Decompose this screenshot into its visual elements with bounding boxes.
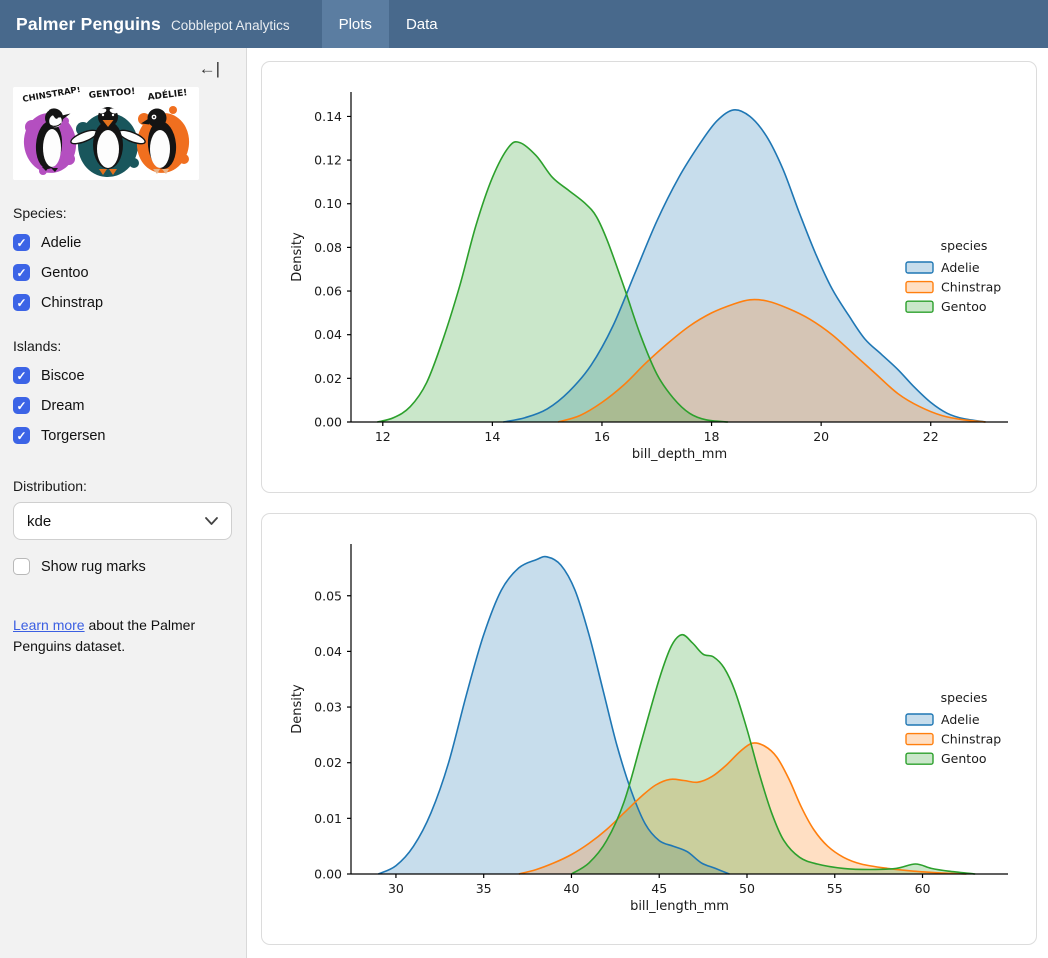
chevron-down-icon <box>205 517 218 525</box>
checkbox-label: Biscoe <box>41 368 85 384</box>
checkbox-icon[interactable] <box>13 397 30 414</box>
legend: species Adelie Chinstrap Gentoo <box>906 238 1001 314</box>
x-axis-label: bill_length_mm <box>630 899 729 914</box>
distribution-selected-value: kde <box>27 513 51 530</box>
y-axis-label: Density <box>290 232 305 282</box>
navbar: Palmer Penguins Cobblepot Analytics Plot… <box>0 0 1048 48</box>
checkbox-icon[interactable] <box>13 427 30 444</box>
legend-title: species <box>941 238 988 253</box>
sidebar-collapse-icon[interactable]: ←| <box>199 60 220 77</box>
island-checkbox-torgersen[interactable]: Torgersen <box>13 427 233 444</box>
checkbox-icon[interactable] <box>13 264 30 281</box>
x-tick-label: 12 <box>375 429 391 444</box>
y-tick-label: 0.08 <box>314 240 342 255</box>
island-checkbox-dream[interactable]: Dream <box>13 397 233 414</box>
app-brand: Palmer Penguins Cobblepot Analytics <box>0 14 306 35</box>
checkbox-label: Gentoo <box>41 265 89 281</box>
legend-label-adelie: Adelie <box>941 712 980 727</box>
x-tick-label: 45 <box>651 881 667 896</box>
x-tick-label: 55 <box>827 881 843 896</box>
learn-more-link[interactable]: Learn more <box>13 617 85 633</box>
distribution-label: Distribution: <box>13 478 233 494</box>
y-axis-label: Density <box>290 684 305 734</box>
y-tick-label: 0.12 <box>314 153 342 168</box>
tab-data[interactable]: Data <box>389 0 455 48</box>
checkbox-icon[interactable] <box>13 294 30 311</box>
checkbox-label: Dream <box>41 398 85 414</box>
x-tick-label: 60 <box>915 881 931 896</box>
checkbox-label: Chinstrap <box>41 295 103 311</box>
species-checkbox-gentoo[interactable]: Gentoo <box>13 264 233 281</box>
y-tick-label: 0.02 <box>314 371 342 386</box>
islands-section-label: Islands: <box>13 338 233 354</box>
bill-depth-card: 12 14 16 18 20 22 0.00 0.02 0.04 0.06 0.08 0.10 0.12… <box>261 61 1037 493</box>
legend-swatch-adelie <box>906 714 933 725</box>
x-tick-label: 40 <box>564 881 580 896</box>
y-tick-label: 0.04 <box>314 327 342 342</box>
legend-label-gentoo: Gentoo <box>941 751 987 766</box>
y-tick-label: 0.03 <box>314 700 342 715</box>
main-content: 12 14 16 18 20 22 0.00 0.02 0.04 0.06 0.08 0.10 0.12… <box>248 48 1048 958</box>
species-checkbox-adelie[interactable]: Adelie <box>13 234 233 251</box>
rug-marks-checkbox[interactable]: Show rug marks <box>13 558 233 575</box>
app-title: Palmer Penguins <box>16 14 161 35</box>
legend-swatch-chinstrap <box>906 282 933 293</box>
checkbox-label: Adelie <box>41 235 81 251</box>
y-tick-label: 0.14 <box>314 109 342 124</box>
checkbox-icon[interactable] <box>13 558 30 575</box>
sidebar: ←| <box>0 48 247 958</box>
tab-plots[interactable]: Plots <box>322 0 389 48</box>
app-subtitle: Cobblepot Analytics <box>171 18 290 33</box>
x-tick-label: 30 <box>388 881 404 896</box>
x-axis-label: bill_depth_mm <box>632 447 727 462</box>
legend-label-chinstrap: Chinstrap <box>941 732 1001 747</box>
legend-swatch-gentoo <box>906 753 933 764</box>
species-section-label: Species: <box>13 205 233 221</box>
checkbox-label: Torgersen <box>41 428 105 444</box>
legend-swatch-chinstrap <box>906 734 933 745</box>
checkbox-icon[interactable] <box>13 367 30 384</box>
legend-label-gentoo: Gentoo <box>941 299 987 314</box>
bill-depth-kde-plot: 12 14 16 18 20 22 0.00 0.02 0.04 0.06 0.08 0.10 0.12… <box>262 62 1036 492</box>
x-tick-label: 16 <box>594 429 610 444</box>
island-checkbox-biscoe[interactable]: Biscoe <box>13 367 233 384</box>
species-checkbox-chinstrap[interactable]: Chinstrap <box>13 294 233 311</box>
y-tick-label: 0.00 <box>314 415 342 430</box>
legend: species Adelie Chinstrap Gentoo <box>906 690 1001 766</box>
bill-length-kde-plot: 30 35 40 45 50 55 60 0.00 0.01 0.02 0.03 0.04 0.05 bi… <box>262 514 1036 944</box>
legend-label-adelie: Adelie <box>941 260 980 275</box>
y-tick-label: 0.06 <box>314 284 342 299</box>
kde-fills <box>378 557 975 874</box>
x-tick-label: 35 <box>476 881 492 896</box>
checkbox-label: Show rug marks <box>41 559 146 575</box>
y-tick-label: 0.05 <box>314 588 342 603</box>
legend-swatch-gentoo <box>906 301 933 312</box>
y-tick-label: 0.10 <box>314 196 342 211</box>
legend-title: species <box>941 690 988 705</box>
penguin-artwork-image: CHINSTRAP! GENTOO! ADÉLIE! <box>13 87 199 180</box>
legend-swatch-adelie <box>906 262 933 273</box>
y-tick-label: 0.04 <box>314 644 342 659</box>
y-tick-label: 0.02 <box>314 755 342 770</box>
y-tick-label: 0.00 <box>314 867 342 882</box>
x-tick-label: 22 <box>923 429 939 444</box>
x-tick-label: 18 <box>704 429 720 444</box>
x-tick-label: 50 <box>739 881 755 896</box>
sidebar-footer-text: Learn more about the Palmer Penguins dat… <box>13 615 213 657</box>
navbar-tabs: Plots Data <box>322 0 455 48</box>
distribution-select[interactable]: kde <box>13 502 232 540</box>
checkbox-icon[interactable] <box>13 234 30 251</box>
legend-label-chinstrap: Chinstrap <box>941 280 1001 295</box>
y-tick-label: 0.01 <box>314 811 342 826</box>
x-tick-label: 14 <box>484 429 500 444</box>
x-tick-label: 20 <box>813 429 829 444</box>
kde-fills <box>377 110 985 422</box>
bill-length-card: 30 35 40 45 50 55 60 0.00 0.01 0.02 0.03 0.04 0.05 bi… <box>261 513 1037 945</box>
